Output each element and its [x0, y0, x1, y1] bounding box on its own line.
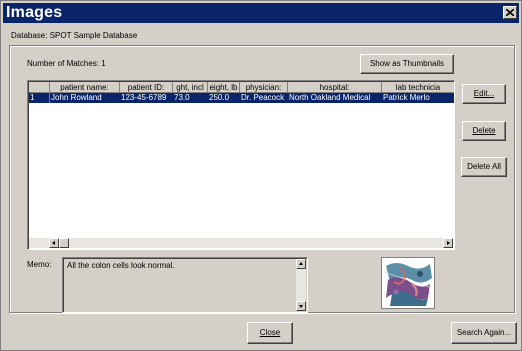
- edit-button[interactable]: Edit...: [462, 84, 506, 104]
- image-thumbnail[interactable]: [381, 257, 435, 309]
- scroll-down-button[interactable]: [296, 301, 306, 311]
- close-icon: [506, 9, 514, 16]
- arrow-right-icon: [447, 241, 450, 245]
- delete-button-label: Delete: [472, 126, 496, 135]
- matches-label: Number of Matches:: [27, 59, 100, 68]
- edit-button-label: Edit...: [473, 89, 495, 98]
- scroll-left-button[interactable]: [49, 238, 59, 248]
- results-grid[interactable]: patient name: patient ID: ght, incl eigh…: [27, 80, 455, 250]
- close-window-button[interactable]: [503, 6, 517, 19]
- title-bar[interactable]: Images: [3, 3, 519, 23]
- arrow-left-icon: [52, 241, 55, 245]
- memo-text: All the colon cells look normal.: [67, 261, 175, 270]
- database-line: Database: SPOT Sample Database: [11, 31, 137, 40]
- database-name: SPOT Sample Database: [49, 31, 138, 40]
- close-button-label: Close: [259, 328, 281, 337]
- column-header-physician[interactable]: physician:: [240, 82, 288, 93]
- window-title: Images: [6, 4, 63, 21]
- cell-weight[interactable]: 250.0: [208, 93, 240, 103]
- delete-button[interactable]: Delete: [462, 121, 506, 141]
- show-thumbnails-button[interactable]: Show as Thumbnails: [360, 54, 454, 74]
- memo-label: Memo:: [27, 260, 52, 269]
- matches-line: Number of Matches: 1: [27, 59, 106, 68]
- database-label: Database:: [11, 31, 48, 40]
- column-header-height[interactable]: ght, incl: [173, 82, 208, 93]
- column-header-hospital[interactable]: hospital:: [288, 82, 382, 93]
- matches-count: 1: [101, 59, 106, 68]
- cell-patient-id[interactable]: 123-45-6789: [120, 93, 173, 103]
- close-button[interactable]: Close: [247, 322, 293, 344]
- search-again-button[interactable]: Search Again...: [451, 322, 517, 344]
- cell-height[interactable]: 73.0: [173, 93, 208, 103]
- cell-hospital[interactable]: North Oakland Medical: [288, 93, 382, 103]
- table-row[interactable]: 1 John Rowland 123-45-6789 73.0 250.0 Dr…: [29, 93, 454, 103]
- cell-patient-name[interactable]: John Rowland: [50, 93, 120, 103]
- horizontal-scrollbar[interactable]: [29, 238, 453, 248]
- row-index[interactable]: 1: [29, 93, 50, 103]
- memo-vertical-scrollbar[interactable]: [296, 259, 306, 311]
- arrow-up-icon: [299, 262, 303, 265]
- column-header-weight[interactable]: eight, lb: [208, 82, 240, 93]
- column-header-patient-id[interactable]: patient ID:: [120, 82, 173, 93]
- delete-all-button[interactable]: Delete All: [461, 157, 507, 177]
- column-header-patient-name[interactable]: patient name:: [50, 82, 120, 93]
- scroll-up-button[interactable]: [296, 259, 306, 269]
- grid-corner-cell[interactable]: [29, 82, 50, 93]
- scroll-right-button[interactable]: [443, 238, 453, 248]
- tissue-image: [382, 258, 434, 308]
- cell-physician[interactable]: Dr. Peacock: [240, 93, 288, 103]
- arrow-down-icon: [299, 305, 303, 308]
- images-window: Images Database: SPOT Sample Database Nu…: [0, 0, 522, 351]
- cell-lab-technician[interactable]: Patrick Merlo: [382, 93, 454, 103]
- scroll-thumb[interactable]: [59, 238, 69, 248]
- column-header-lab-technician[interactable]: lab technicia: [382, 82, 454, 93]
- memo-field[interactable]: All the colon cells look normal.: [62, 257, 308, 313]
